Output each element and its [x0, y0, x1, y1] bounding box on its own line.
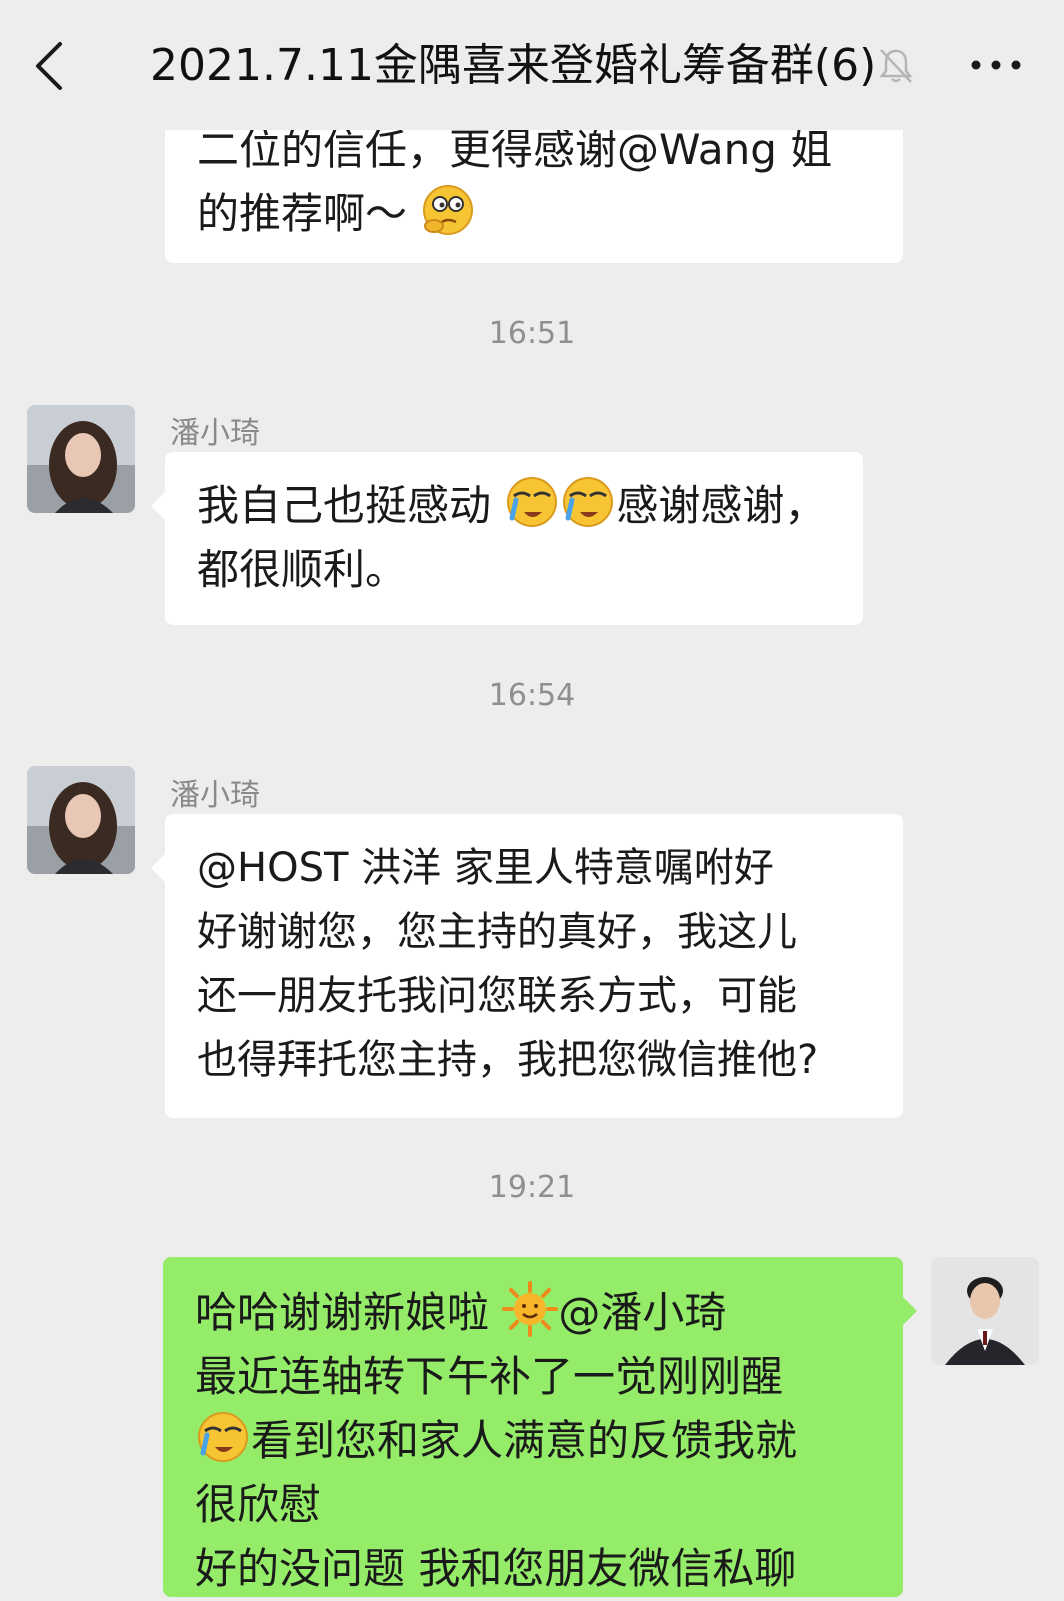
message-line: 还一朋友托我问您联系方式，可能	[197, 973, 797, 1019]
crying-face-emoji	[507, 477, 558, 527]
message-line: 也得拜托您主持，我把您微信推他?	[197, 1037, 819, 1083]
more-dots-icon[interactable]	[966, 50, 1026, 80]
message-text: 看到您和家人满意的反馈我就	[251, 1416, 798, 1465]
back-chevron-icon[interactable]	[30, 40, 70, 92]
crying-face-emoji	[563, 477, 614, 527]
avatar[interactable]	[931, 1257, 1039, 1365]
message-line-with-emoji: 看到您和家人满意的反馈我就	[195, 1409, 871, 1473]
sender-name: 潘小琦	[170, 778, 260, 813]
crying-face-emoji	[198, 1412, 248, 1462]
chat-title: 2021.7.11金隅喜来登婚礼筹备群(6)	[150, 40, 877, 91]
avatar-man-icon	[931, 1257, 1039, 1365]
avatar[interactable]	[27, 405, 135, 513]
message-bubble[interactable]: 我自己也挺感动 感谢感谢， 都很顺利。	[151, 452, 863, 625]
avatar-woman-icon	[27, 405, 135, 513]
message-line: 都很顺利。	[197, 545, 408, 594]
avatar[interactable]	[27, 766, 135, 874]
timestamp: 16:54	[488, 678, 576, 713]
mention-text[interactable]: @潘小琦	[558, 1288, 726, 1337]
message-text: 哈哈谢谢新娘啦	[195, 1288, 490, 1337]
timestamp: 16:51	[488, 316, 576, 351]
message-text: 的推荐啊～	[197, 189, 408, 238]
thinking-emoji	[423, 185, 474, 235]
message-line: 好的没问题 我和您朋友微信私聊	[195, 1544, 797, 1593]
message-line: 好谢谢您，您主持的真好，我这儿	[197, 909, 797, 955]
timestamp: 19:21	[488, 1170, 576, 1205]
message-line: 最近连轴转下午补了一觉刚刚醒	[195, 1352, 784, 1401]
message-line: @HOST 洪洋 家里人特意嘱咐好	[197, 845, 774, 891]
message-line-with-emoji: 的推荐啊～	[197, 182, 871, 246]
message-text: 我自己也挺感动	[197, 481, 492, 530]
sender-name: 潘小琦	[170, 416, 260, 451]
message-line-with-emoji: 哈哈谢谢新娘啦 @潘小琦	[195, 1281, 871, 1345]
avatar-woman-icon	[27, 766, 135, 874]
message-line: 很欣慰	[195, 1480, 322, 1529]
message-bubble-own[interactable]: 哈哈谢谢新娘啦 @潘小琦 最近连轴转下午补了一觉刚刚醒 看到您和家人满意的反馈我…	[163, 1257, 917, 1597]
sun-face-emoji	[502, 1281, 559, 1337]
mute-bell-icon	[879, 49, 913, 83]
message-bubble[interactable]: 二位的信任，更得感谢@Wang 姐 的推荐啊～	[165, 108, 903, 263]
message-text: 感谢感谢，	[616, 481, 827, 530]
message-line-with-emoji: 我自己也挺感动 感谢感谢，	[197, 474, 831, 538]
chat-header: 2021.7.11金隅喜来登婚礼筹备群(6)	[0, 0, 1064, 130]
message-bubble[interactable]: @HOST 洪洋 家里人特意嘱咐好 好谢谢您，您主持的真好，我这儿 还一朋友托我…	[151, 814, 903, 1118]
